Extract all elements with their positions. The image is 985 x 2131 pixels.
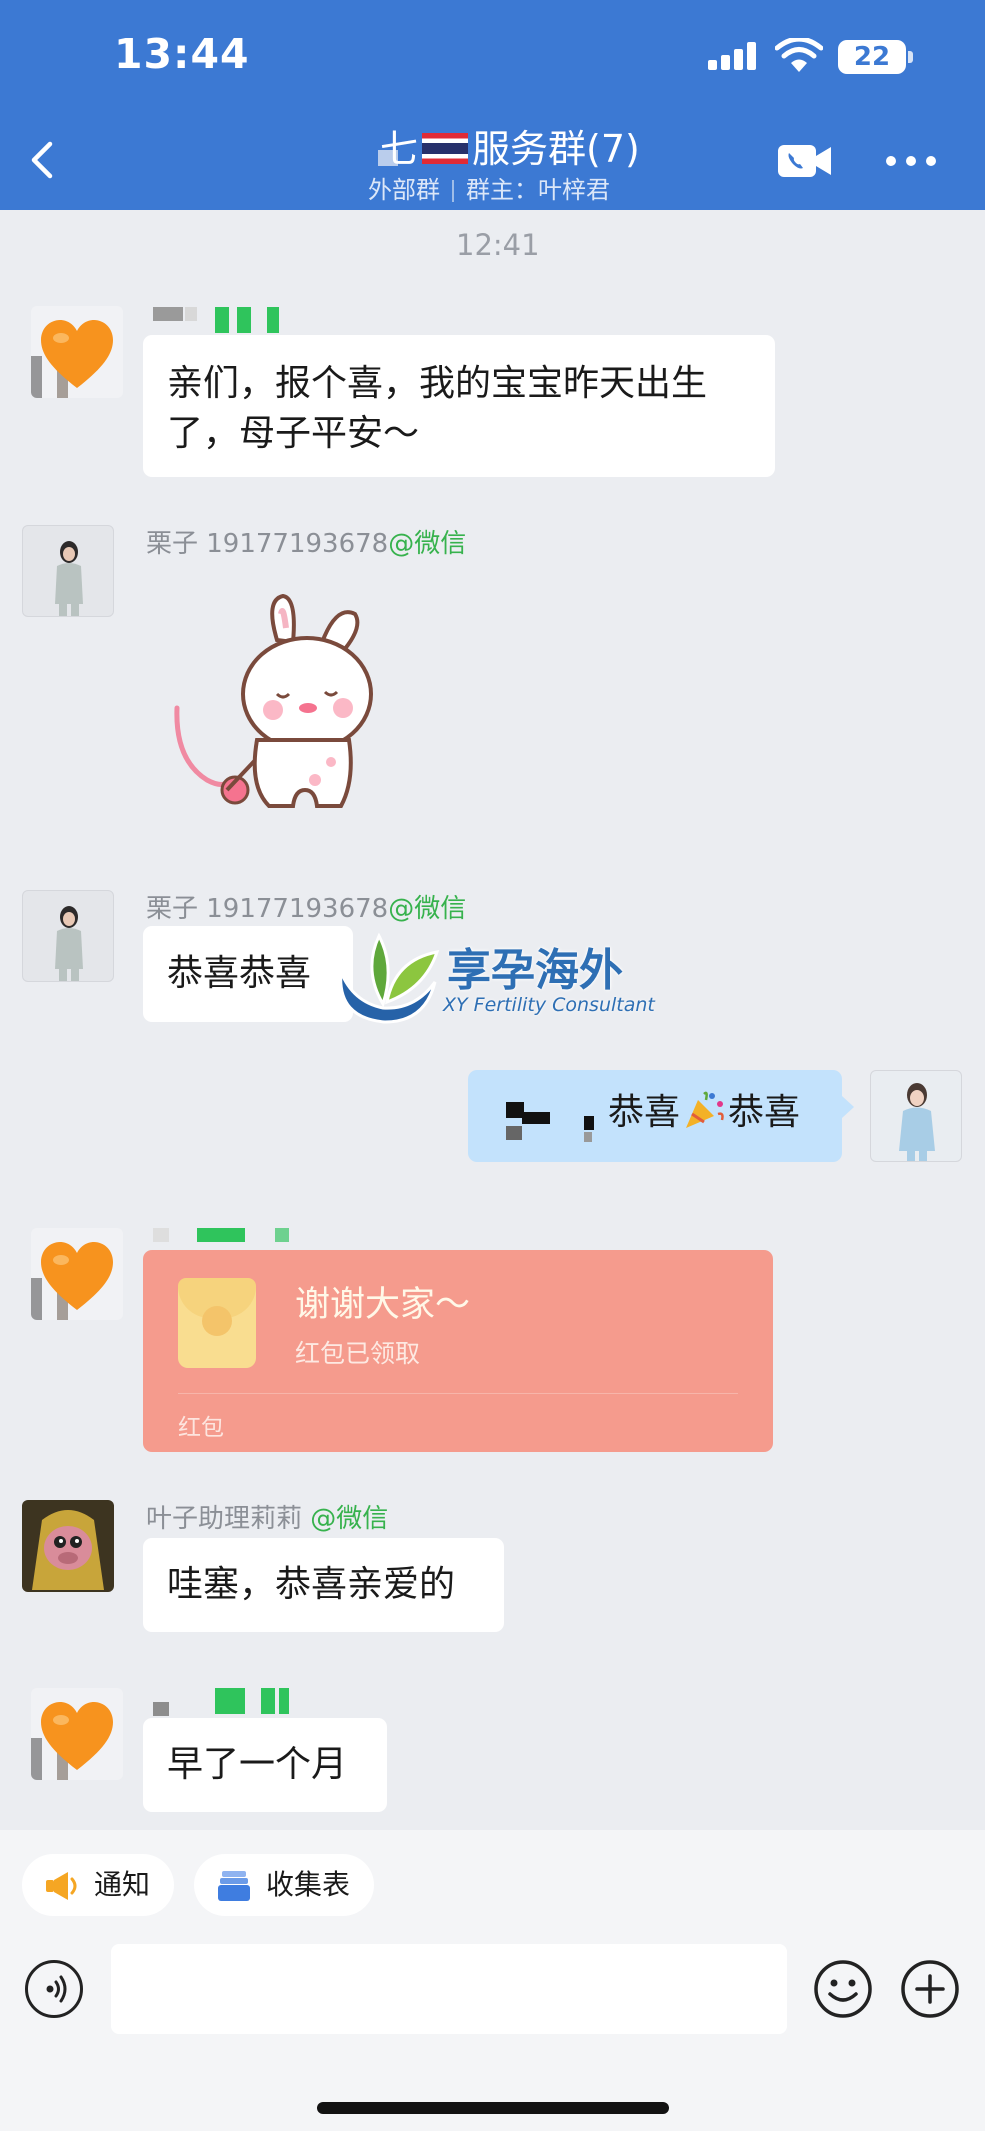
message-text: 哇塞，恭喜亲爱的 [167, 1564, 456, 1605]
message-bubble[interactable]: 亲们，报个喜，我的宝宝昨天出生 了，母子平安～ [143, 335, 775, 477]
sender-name-masked [153, 1688, 293, 1716]
message-text: 早了一个月 [167, 1744, 348, 1785]
self-message-text-a: 恭喜 [608, 1092, 681, 1133]
red-packet-status: 红包已领取 [295, 1339, 421, 1368]
masked-text [522, 1112, 550, 1124]
cellular-signal-icon [708, 42, 762, 70]
message-bubble[interactable]: 哇塞，恭喜亲爱的 [143, 1538, 504, 1632]
sender-name: 叶子助理莉莉 @微信 [146, 1498, 388, 1535]
red-envelope-icon [178, 1278, 256, 1368]
red-packet-title: 谢谢大家～ [295, 1285, 471, 1325]
orange-heart-icon [41, 1242, 113, 1310]
bunny-sticker[interactable] [165, 590, 405, 830]
status-time: 13:44 [114, 30, 250, 78]
red-packet-label: 红包 [178, 1415, 224, 1441]
more-options-icon[interactable] [886, 156, 936, 166]
party-popper-icon [686, 1091, 724, 1128]
top-bar: 13:44 22 七 服务群(7) 外部群 群主：叶梓君 [0, 0, 985, 210]
red-packet-divider [178, 1393, 738, 1394]
sender-name: 栗子 19177193678@微信 [146, 523, 466, 560]
avatar[interactable] [31, 306, 123, 398]
masked-text [506, 1126, 522, 1140]
sender-name-text: 栗子 19177193678 [146, 529, 389, 559]
avatar[interactable] [31, 1688, 123, 1780]
avatar[interactable] [31, 1228, 123, 1320]
message-timestamp: 12:41 [456, 228, 540, 262]
message-text: 恭喜恭喜 [167, 953, 312, 994]
self-message-text-b: 恭喜 [728, 1092, 801, 1133]
avatar[interactable] [22, 890, 114, 982]
plus-icon[interactable] [899, 1958, 961, 2020]
home-indicator [317, 2102, 669, 2114]
watermark-title: 享孕海外 [447, 945, 623, 996]
sender-name-masked [153, 307, 293, 333]
emoji-icon[interactable] [812, 1958, 874, 2020]
group-type-label: 外部群 [368, 176, 440, 204]
battery-nub [908, 51, 913, 63]
sender-wechat-suffix: @微信 [310, 1504, 389, 1534]
back-icon[interactable] [26, 138, 60, 182]
input-toolbar: 通知 收集表 [0, 1830, 985, 2131]
leaf-logo-icon [339, 932, 440, 1024]
orange-heart-icon [41, 1702, 113, 1770]
self-message-bubble[interactable]: 恭喜 恭喜 [468, 1070, 854, 1162]
avatar[interactable] [22, 525, 114, 617]
notice-chip[interactable]: 通知 [22, 1854, 174, 1916]
notice-chip-label: 通知 [94, 1868, 151, 1901]
masked-text [584, 1132, 592, 1142]
message-input[interactable] [111, 1944, 787, 2034]
stack-icon [218, 1871, 250, 1901]
collection-form-chip-label: 收集表 [266, 1868, 351, 1901]
monkey-avatar-icon [32, 1510, 104, 1590]
sender-name-text: 叶子助理莉莉 [146, 1504, 303, 1534]
message-text-line: 亲们，报个喜，我的宝宝昨天出生 [167, 363, 708, 404]
watermark-subtitle: XY Fertility Consultant [443, 994, 655, 1016]
masked-text [584, 1116, 594, 1130]
message-text-line: 了，母子平安～ [167, 413, 420, 454]
orange-heart-icon [41, 320, 113, 388]
phone-call-icon[interactable] [778, 143, 832, 179]
watermark-logo: 享孕海外 XY Fertility Consultant [333, 930, 663, 1030]
wifi-icon [775, 38, 823, 72]
self-message-text: 恭喜 恭喜 [608, 1088, 800, 1138]
message-bubble[interactable]: 恭喜恭喜 [143, 926, 353, 1022]
sender-name: 栗子 19177193678@微信 [146, 888, 466, 925]
red-packet-card[interactable]: 谢谢大家～ 红包已领取 红包 [143, 1250, 773, 1452]
sender-name-text: 栗子 19177193678 [146, 894, 389, 924]
sender-wechat-suffix: @微信 [388, 894, 467, 924]
woman-portrait-icon [899, 1083, 935, 1161]
voice-input-button[interactable] [25, 1960, 83, 2018]
woman-portrait-icon [55, 541, 83, 616]
subtitle-divider [452, 180, 454, 202]
sender-wechat-suffix: @微信 [388, 529, 467, 559]
message-bubble[interactable]: 早了一个月 [143, 1718, 387, 1812]
thailand-flag-icon [422, 133, 469, 164]
sender-name-masked [153, 1228, 313, 1246]
chat-title-text: 服务群(7) [472, 127, 640, 171]
voice-icon [46, 1975, 67, 2003]
chat-title-prefix: 七 [380, 127, 419, 171]
collection-form-chip[interactable]: 收集表 [194, 1854, 374, 1916]
chat-subtitle: 外部群 群主：叶梓君 [368, 170, 610, 205]
self-avatar[interactable] [870, 1070, 962, 1162]
avatar[interactable] [22, 1500, 114, 1592]
battery-indicator: 22 [838, 40, 906, 74]
megaphone-icon [46, 1872, 77, 1900]
chat-title[interactable]: 七 服务群(7) [380, 118, 640, 173]
group-owner-label: 群主：叶梓君 [466, 176, 610, 204]
woman-portrait-icon [55, 906, 83, 981]
